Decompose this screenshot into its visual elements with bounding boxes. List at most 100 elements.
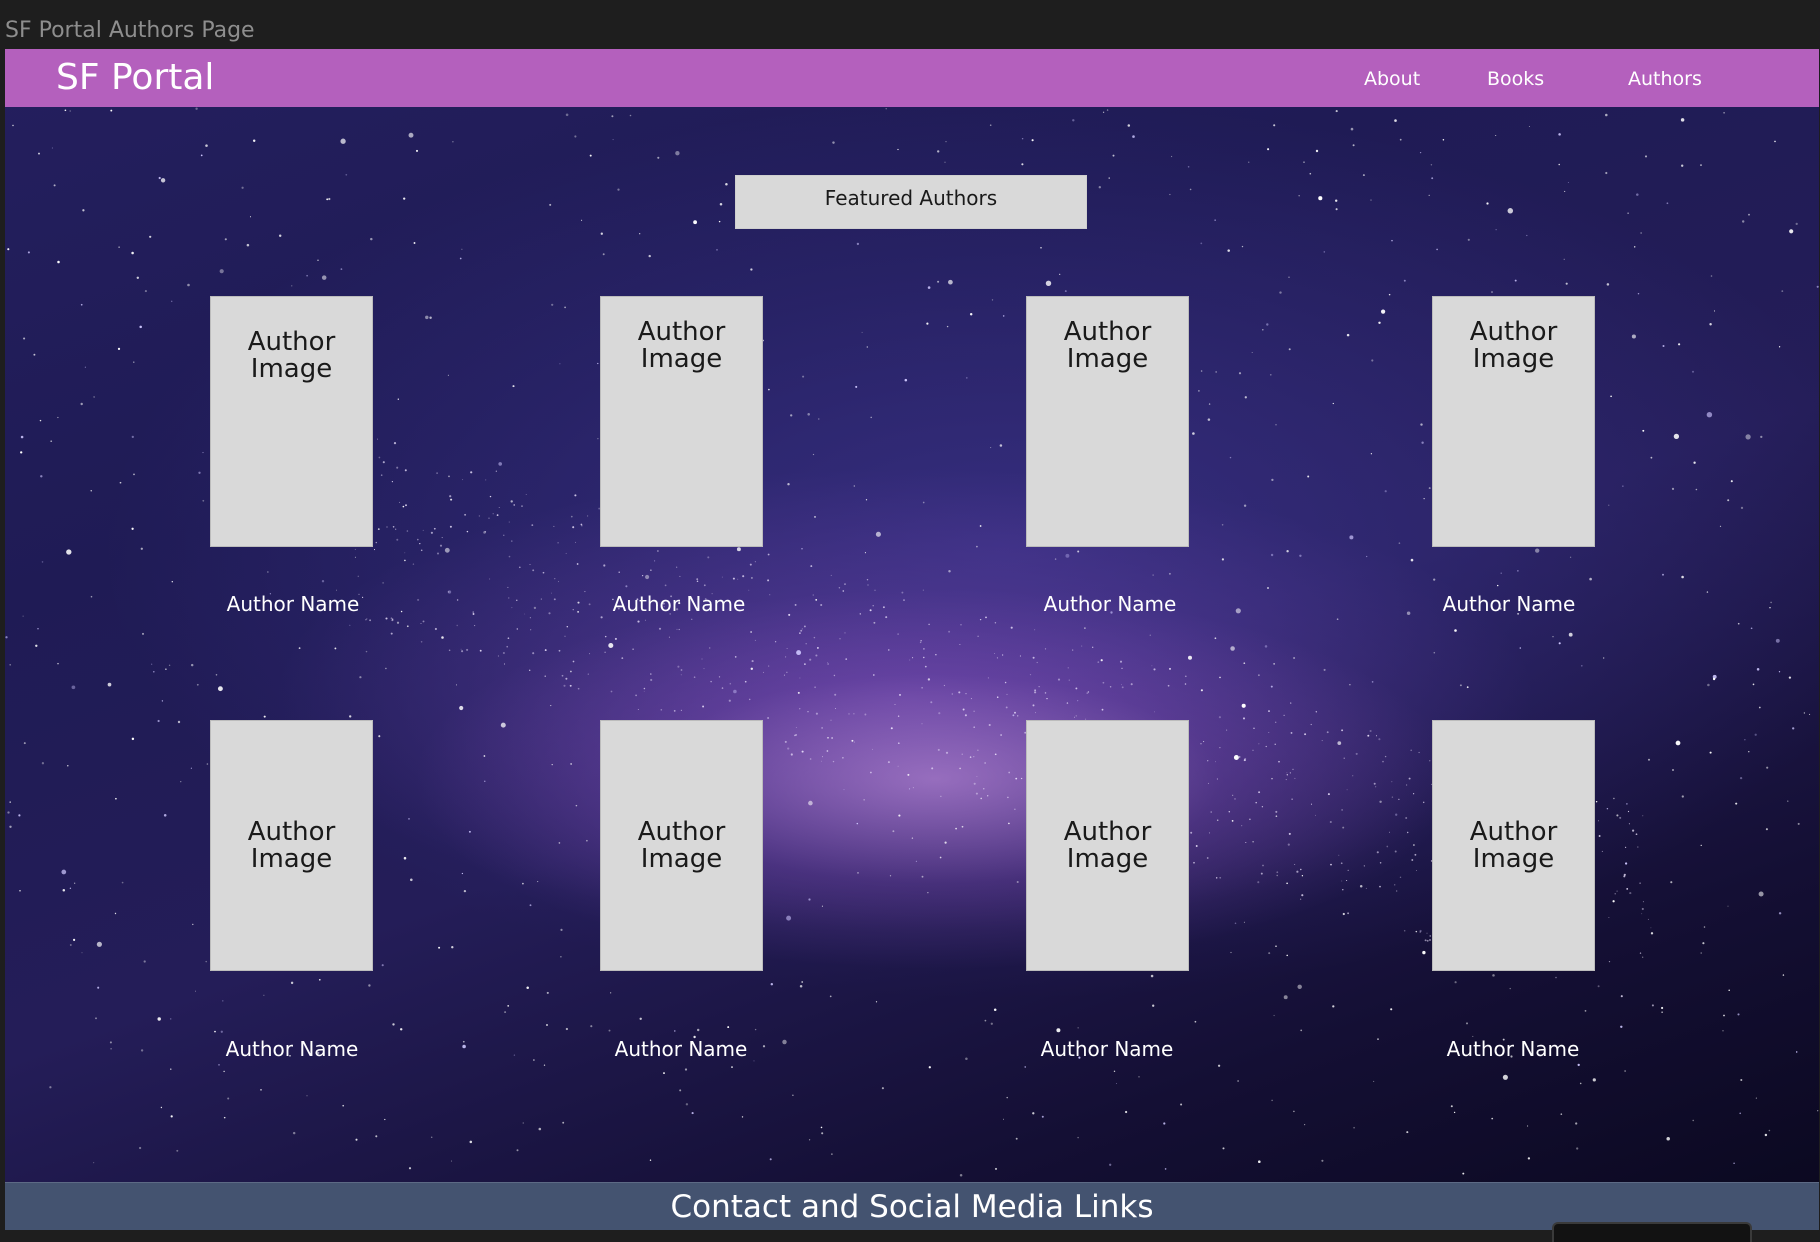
star	[1258, 743, 1260, 745]
star	[437, 552, 439, 555]
star	[1200, 743, 1202, 745]
star	[1253, 727, 1255, 729]
author-name[interactable]: Author Name	[1000, 592, 1220, 616]
star	[1413, 793, 1415, 795]
star	[461, 872, 464, 875]
star	[1378, 321, 1381, 325]
star	[18, 814, 21, 817]
star	[378, 735, 381, 738]
star	[1044, 648, 1047, 650]
star	[958, 691, 961, 694]
star	[801, 981, 804, 983]
star	[403, 197, 406, 200]
author-name[interactable]: Author Name	[1403, 1037, 1623, 1061]
star	[1187, 166, 1190, 168]
star	[1077, 550, 1080, 553]
nav-link-about[interactable]: About	[1364, 68, 1420, 90]
star	[138, 1146, 142, 1150]
star	[1346, 789, 1348, 791]
star	[1075, 687, 1078, 690]
star	[1200, 689, 1203, 692]
author-name[interactable]: Author Name	[182, 1037, 402, 1061]
star	[522, 1122, 524, 1124]
star	[438, 946, 441, 949]
star	[1639, 882, 1641, 884]
star	[1616, 890, 1618, 892]
author-name[interactable]: Author Name	[571, 1037, 791, 1061]
author-name[interactable]: Author Name	[1399, 592, 1619, 616]
author-image-placeholder[interactable]: Author Image	[600, 296, 763, 547]
star	[558, 649, 561, 652]
star	[1391, 239, 1393, 242]
star	[993, 1008, 997, 1012]
nav-link-books[interactable]: Books	[1487, 68, 1544, 90]
star	[462, 479, 464, 481]
star	[513, 1054, 516, 1056]
star	[1739, 1112, 1741, 1115]
star	[748, 589, 750, 591]
star	[1217, 1064, 1221, 1067]
author-image-placeholder[interactable]: Author Image	[1432, 720, 1595, 971]
author-image-placeholder[interactable]: Author Image	[1432, 296, 1595, 547]
star	[1005, 706, 1008, 709]
star	[964, 714, 967, 717]
star	[1001, 654, 1004, 656]
star	[639, 1017, 642, 1020]
star	[1276, 871, 1279, 874]
star	[889, 875, 892, 877]
author-name[interactable]: Author Name	[569, 592, 789, 616]
star	[1318, 196, 1323, 201]
star	[1002, 1118, 1005, 1120]
star	[1243, 662, 1246, 665]
author-image-placeholder[interactable]: Author Image	[210, 720, 373, 971]
author-name[interactable]: Author Name	[183, 592, 403, 616]
star	[969, 312, 973, 316]
star	[176, 1149, 179, 1152]
footer-contact-links[interactable]: Contact and Social Media Links	[5, 1189, 1819, 1225]
star	[1243, 759, 1246, 762]
star	[114, 912, 117, 915]
star	[710, 680, 712, 683]
star	[637, 709, 639, 711]
star	[1565, 282, 1568, 285]
author-image-placeholder[interactable]: Author Image	[1026, 720, 1189, 971]
star	[983, 788, 985, 790]
star	[1214, 219, 1216, 221]
author-name[interactable]: Author Name	[997, 1037, 1217, 1061]
star	[399, 501, 401, 503]
star	[498, 507, 500, 509]
author-image-placeholder[interactable]: Author Image	[600, 720, 763, 971]
star	[163, 814, 167, 817]
star	[404, 469, 407, 472]
star	[808, 1139, 811, 1141]
star	[1442, 139, 1445, 141]
star	[1605, 171, 1608, 175]
star	[907, 773, 910, 776]
star	[1241, 245, 1244, 248]
star	[463, 889, 467, 893]
star	[544, 649, 547, 652]
star	[874, 589, 876, 591]
star	[1394, 119, 1397, 122]
author-image-label: Author Image	[1063, 317, 1152, 374]
star	[489, 578, 491, 580]
star	[632, 648, 634, 650]
star	[80, 402, 83, 406]
star	[1647, 918, 1649, 920]
star	[1433, 651, 1436, 654]
star	[1370, 199, 1372, 201]
star	[1321, 740, 1323, 742]
star	[800, 629, 803, 632]
star	[1597, 820, 1600, 822]
star	[1268, 710, 1270, 713]
star	[402, 505, 405, 508]
brand-logo[interactable]: SF Portal	[56, 57, 214, 98]
star	[845, 658, 848, 660]
author-image-placeholder[interactable]: Author Image	[210, 296, 373, 547]
author-image-placeholder[interactable]: Author Image	[1026, 296, 1189, 547]
star	[1265, 745, 1267, 748]
nav-link-authors[interactable]: Authors	[1628, 68, 1702, 90]
star	[551, 303, 554, 306]
star	[814, 516, 816, 518]
star	[903, 599, 905, 601]
